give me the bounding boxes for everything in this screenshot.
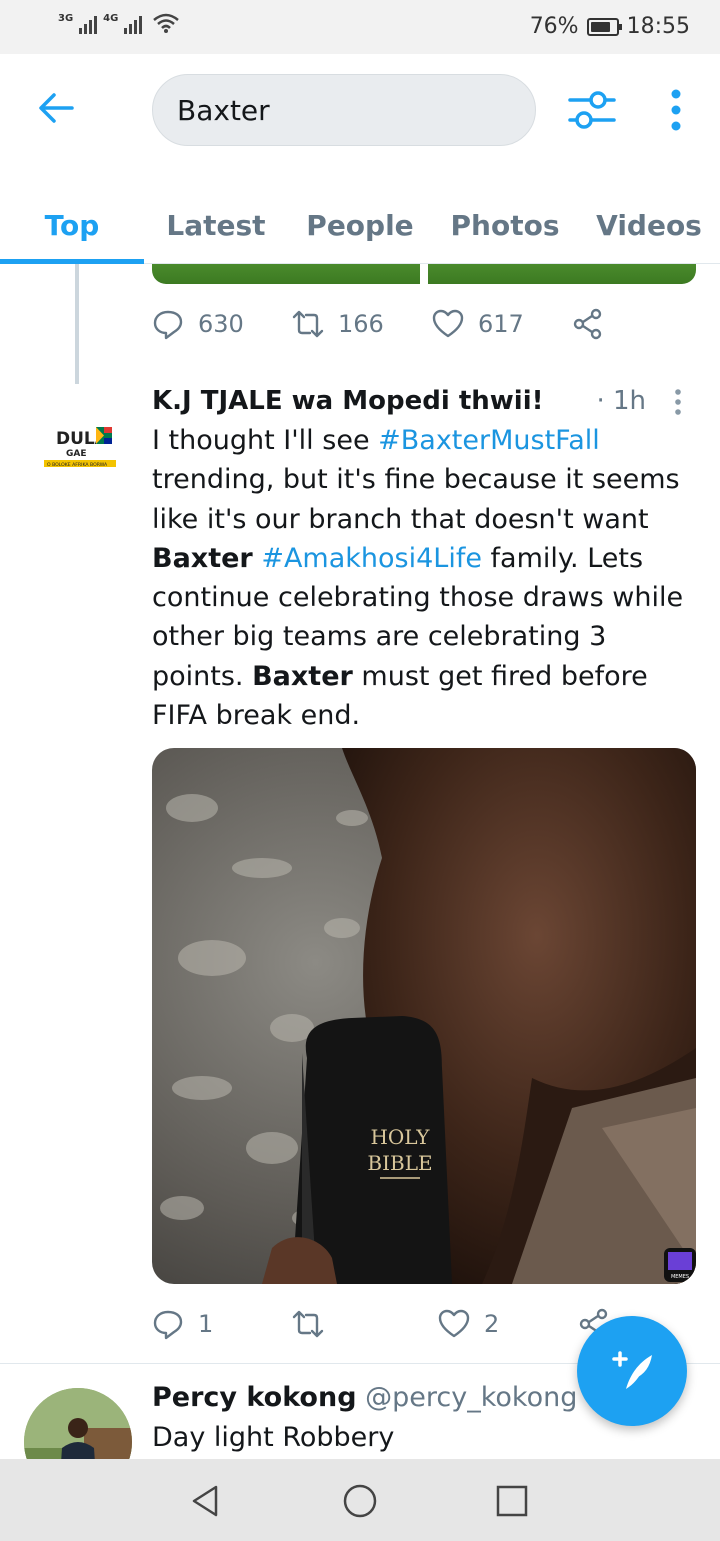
nav-back-icon[interactable] xyxy=(186,1481,226,1521)
reply-count: 1 xyxy=(198,1310,214,1338)
reply-icon xyxy=(153,1310,183,1340)
tab-photos[interactable]: Photos xyxy=(432,196,578,256)
clock: 18:55 xyxy=(626,14,690,39)
battery-percent: 76% xyxy=(529,14,579,39)
highlighted-term: Baxter xyxy=(252,660,353,692)
signal-bars-1-icon xyxy=(79,14,98,34)
tweet-header: Percy kokong @percy_kokong · xyxy=(152,1382,595,1413)
tweet-text-segment: I thought I'll see xyxy=(152,425,379,456)
signal-indicators: 3G 4G xyxy=(58,12,180,34)
svg-text:HOLY: HOLY xyxy=(370,1125,430,1149)
retweet-button[interactable] xyxy=(292,1308,438,1340)
filter-settings-icon[interactable] xyxy=(566,86,618,134)
status-right: 76% 18:55 xyxy=(530,14,690,39)
retweet-count: 166 xyxy=(338,310,384,338)
like-count: 2 xyxy=(484,1310,500,1338)
reply-icon xyxy=(153,310,183,340)
reply-count: 630 xyxy=(198,310,244,338)
reply-button[interactable]: 630 xyxy=(152,308,292,340)
thread-connector xyxy=(75,264,79,384)
nav-recents-icon[interactable] xyxy=(492,1481,532,1521)
search-tabs: Top Latest People Photos Videos xyxy=(0,184,720,264)
tweet-text: I thought I'll see #BaxterMustFall trend… xyxy=(152,421,700,735)
network-type-2: 4G xyxy=(103,13,119,24)
compose-tweet-button[interactable] xyxy=(577,1316,687,1426)
tweet-text-segment: trending, but it's fine because it seems… xyxy=(152,464,680,535)
tab-top[interactable]: Top xyxy=(0,196,144,256)
retweet-button[interactable]: 166 xyxy=(292,308,432,340)
signal-bars-2-icon xyxy=(124,14,143,34)
svg-text:GAE: GAE xyxy=(66,449,87,459)
tweet-photo[interactable]: HOLY BIBLE MEMES xyxy=(152,748,696,1284)
wifi-icon xyxy=(153,13,180,33)
more-vertical-icon[interactable] xyxy=(660,86,692,134)
author-name[interactable]: K.J TJALE wa Mopedi thwii! xyxy=(152,386,543,416)
highlighted-term: Baxter xyxy=(152,542,253,574)
heart-icon xyxy=(432,309,464,338)
tweet-timestamp: · 1h xyxy=(596,386,646,416)
tab-people[interactable]: People xyxy=(288,196,432,256)
tab-latest[interactable]: Latest xyxy=(144,196,288,256)
tweet-actions-main: 1 2 xyxy=(152,1308,610,1340)
network-type-1: 3G xyxy=(58,13,74,24)
author-handle[interactable]: @percy_kokong xyxy=(365,1382,577,1413)
back-arrow-icon[interactable] xyxy=(34,86,78,130)
tweet-media-partial-left[interactable] xyxy=(152,264,420,284)
like-count: 617 xyxy=(478,310,524,338)
share-button[interactable] xyxy=(572,308,604,340)
hashtag-amakhosi4life[interactable]: #Amakhosi4Life xyxy=(261,543,482,574)
tweet-media-partial-right[interactable] xyxy=(428,264,696,284)
tweet-header: K.J TJALE wa Mopedi thwii! · 1h xyxy=(152,381,692,421)
system-nav-bar xyxy=(0,1459,720,1541)
like-button[interactable]: 2 xyxy=(438,1308,578,1340)
hashtag-baxtermustfall[interactable]: #BaxterMustFall xyxy=(378,425,600,456)
reply-button[interactable]: 1 xyxy=(152,1308,292,1340)
search-header: Baxter xyxy=(0,54,720,184)
share-icon xyxy=(573,308,602,340)
svg-text:MEMES: MEMES xyxy=(671,1274,689,1280)
tweet-actions-prev: 630 166 617 xyxy=(152,308,604,340)
active-tab-indicator xyxy=(0,259,144,264)
tweet-menu-icon[interactable] xyxy=(670,387,686,417)
svg-text:O BOLOKE AFRIKA BORWA: O BOLOKE AFRIKA BORWA xyxy=(47,462,108,468)
praying-man-with-bible-image: HOLY BIBLE MEMES xyxy=(152,748,696,1284)
compose-feather-icon xyxy=(612,1351,652,1389)
search-input[interactable]: Baxter xyxy=(152,74,536,146)
svg-text:BIBLE: BIBLE xyxy=(367,1151,432,1175)
nav-home-icon[interactable] xyxy=(340,1481,380,1521)
search-query: Baxter xyxy=(177,93,270,127)
battery-icon xyxy=(586,17,622,36)
heart-icon xyxy=(438,1309,470,1338)
tab-videos[interactable]: Videos xyxy=(578,196,720,256)
status-bar: 3G 4G 76% 18:55 xyxy=(0,0,720,54)
retweet-icon xyxy=(292,310,324,338)
dula-gae-logo: DULA GAE O BOLOKE AFRIKA BORWA xyxy=(44,427,116,468)
tweet-text: Day light Robbery xyxy=(152,1422,395,1453)
author-name[interactable]: Percy kokong xyxy=(152,1382,357,1413)
like-button[interactable]: 617 xyxy=(432,308,572,340)
author-avatar[interactable]: DULA GAE O BOLOKE AFRIKA BORWA xyxy=(24,400,128,504)
retweet-icon xyxy=(292,1310,324,1338)
